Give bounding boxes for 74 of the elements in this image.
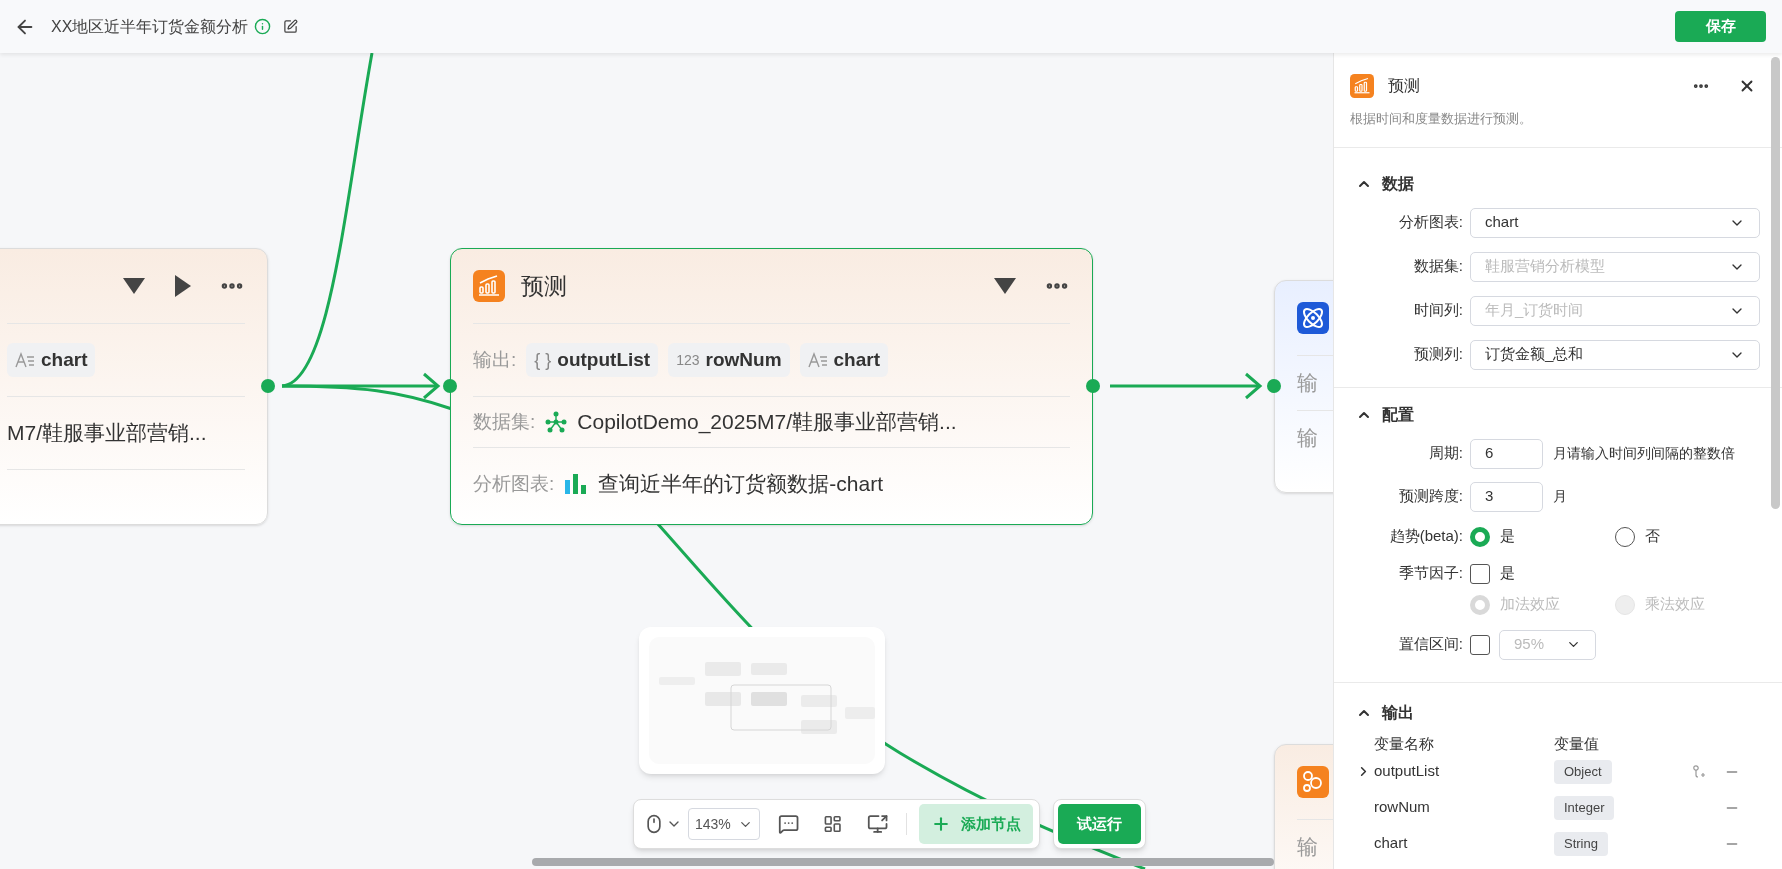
type-mark: 123 — [676, 350, 700, 370]
section-header[interactable]: 数据 — [1356, 171, 1414, 196]
chip-label: chart — [833, 347, 880, 372]
field-label: 季节因子: — [1398, 564, 1463, 582]
field-label: 周期: — [1428, 444, 1463, 462]
play-icon[interactable] — [175, 275, 191, 297]
text-type-icon — [807, 352, 828, 368]
flow-node[interactable]: 预测 输出: { } outputList 123 rowNum chart 数据集: CopilotDemo_2025M7/鞋服事业部营销... 分析图表: 查询近半年的订货额数据-chart — [450, 248, 1093, 525]
unit-label: 月 — [1553, 487, 1567, 506]
triangle-down-icon[interactable] — [994, 278, 1016, 294]
mouse-icon — [644, 814, 664, 834]
variable-row[interactable]: chart String — [1356, 830, 1760, 857]
horizontal-scrollbar[interactable] — [532, 858, 1274, 866]
type-tag: Object — [1554, 759, 1612, 784]
forecast-icon — [1350, 74, 1374, 98]
row-value: M7/鞋服事业部营销... — [7, 420, 207, 447]
field-label: 趋势(beta): — [1389, 527, 1463, 545]
row-label: 输出: — [473, 347, 517, 372]
panel-title: 预测 — [1388, 76, 1420, 96]
comment-icon[interactable] — [778, 813, 800, 835]
number-input[interactable]: 3 — [1470, 481, 1543, 512]
field-label: 数据集: — [1413, 257, 1463, 275]
checkbox[interactable] — [1470, 563, 1490, 584]
select-field[interactable]: 订货金额_总和 — [1470, 339, 1760, 370]
variable-row[interactable]: rowNum Integer — [1356, 794, 1760, 821]
edit-icon[interactable] — [283, 19, 299, 34]
radio-option[interactable]: 是 — [1470, 525, 1615, 548]
triangle-down-icon[interactable] — [123, 278, 145, 294]
plus-icon — [931, 814, 951, 834]
radio-option[interactable]: 否 — [1615, 525, 1760, 548]
info-icon[interactable] — [254, 18, 272, 35]
section-header[interactable]: 配置 — [1356, 402, 1414, 427]
field-label: 分析图表: — [1398, 213, 1463, 231]
bubbles-icon — [1297, 766, 1329, 798]
number-input[interactable]: 6 — [1470, 438, 1543, 469]
node-title: 预测 — [521, 271, 567, 301]
zoom-select[interactable]: 143% — [688, 808, 761, 840]
hint-text: 请输入时间列间隔的整数倍 — [1567, 444, 1735, 463]
type-tag: Integer — [1554, 795, 1615, 820]
text-type-icon — [15, 352, 35, 368]
variable-row[interactable]: outputList Object — [1356, 758, 1760, 785]
dataset-icon — [545, 411, 568, 433]
field-label: 预测列: — [1413, 345, 1463, 363]
column-header: 变量名称 — [1374, 734, 1435, 755]
row-label: 输 — [1297, 370, 1318, 397]
row-label: 输 — [1297, 425, 1318, 452]
screen-icon[interactable] — [866, 813, 889, 835]
pin-plus-icon[interactable] — [1692, 764, 1706, 779]
layout-icon[interactable] — [823, 814, 843, 834]
field-label: 置信区间: — [1398, 635, 1463, 653]
row-label: 数据集: — [473, 409, 536, 434]
field-label: 预测跨度: — [1398, 487, 1463, 505]
unit-label: 月 — [1553, 444, 1567, 463]
vertical-scrollbar[interactable] — [1771, 57, 1780, 509]
chip-label: rowNum — [705, 347, 782, 372]
checkbox-label: 是 — [1500, 563, 1515, 584]
row-value: 查询近半年的订货额数据-chart — [598, 471, 883, 498]
bar-chart-icon — [564, 474, 589, 494]
type-mark: { } — [534, 348, 552, 372]
page-title: XX地区近半年订货金额分析 — [51, 16, 249, 37]
select-field[interactable]: chart — [1470, 207, 1760, 238]
field-label: 时间列: — [1413, 301, 1463, 319]
atom-icon — [1297, 302, 1329, 334]
type-tag: String — [1554, 831, 1608, 856]
panel-description: 根据时间和度量数据进行预测。 — [1350, 110, 1533, 128]
chip-label: chart — [41, 347, 88, 372]
section-header[interactable]: 输出 — [1356, 700, 1414, 725]
chip-label: outputList — [557, 347, 651, 372]
row-label: 分析图表: — [473, 471, 555, 496]
row-value: CopilotDemo_2025M7/鞋服事业部营销... — [577, 409, 957, 436]
column-header: 变量值 — [1554, 734, 1599, 755]
row-label: 输 — [1297, 834, 1318, 861]
flow-node[interactable]: chart M7/鞋服事业部营销... — [0, 248, 268, 525]
forecast-icon — [473, 270, 505, 302]
